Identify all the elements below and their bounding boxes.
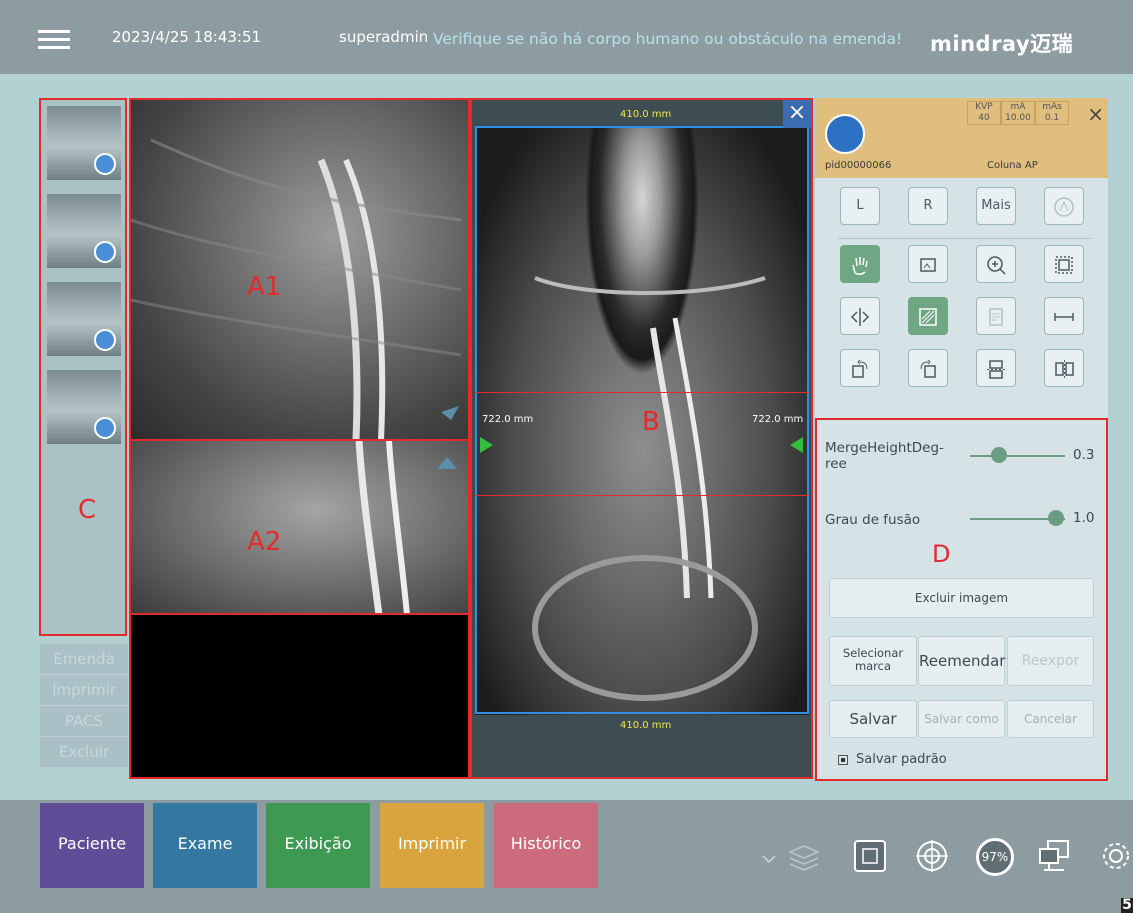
save-default-label: Salvar padrão bbox=[856, 752, 947, 767]
reexpose-button[interactable]: Reexpor bbox=[1007, 636, 1094, 686]
warning-message: Verifique se não há corpo humano ou obst… bbox=[433, 30, 903, 48]
right-marker-button[interactable]: R bbox=[908, 187, 948, 225]
patient-info: pid00000066 Coluna AP KVP 40 mA 10.00 mAs 0… bbox=[815, 98, 1108, 178]
delete-button[interactable]: Excluir bbox=[40, 737, 128, 767]
width-measure-top: 410.0 mm bbox=[620, 109, 672, 120]
region-label-c: C bbox=[78, 495, 97, 525]
close-viewer-icon[interactable]: × bbox=[783, 100, 811, 128]
cancel-button[interactable]: Cancelar bbox=[1007, 700, 1094, 738]
nav-history[interactable]: Histórico bbox=[494, 803, 598, 888]
viewer-b-stitched[interactable]: 410.0 mm 410.0 mm 722.0 mm 722.0 mm B × bbox=[470, 98, 813, 779]
tech-mas-value: 0.1 bbox=[1044, 113, 1060, 123]
thumbnail-select-icon[interactable] bbox=[94, 153, 116, 175]
zoom-in-icon[interactable] bbox=[976, 245, 1016, 283]
merge-height-value: 0.3 bbox=[1073, 447, 1095, 463]
patient-avatar-icon bbox=[825, 114, 865, 154]
annotation-icon[interactable] bbox=[1044, 187, 1084, 225]
tech-kvp-name: KVP bbox=[975, 102, 993, 112]
save-default-checkbox[interactable] bbox=[838, 755, 848, 765]
tech-ma: mA 10.00 bbox=[1001, 101, 1035, 125]
datetime: 2023/4/25 18:43:51 bbox=[112, 28, 262, 46]
overlap-measure-right: 722.0 mm bbox=[752, 414, 804, 425]
corner-badge: 5 bbox=[1121, 897, 1133, 913]
thumbnail-4[interactable] bbox=[47, 370, 121, 444]
select-mark-button[interactable]: Selecionar marca bbox=[829, 636, 917, 686]
tech-mas-name: mAs bbox=[1042, 102, 1062, 112]
pacs-button[interactable]: PACS bbox=[40, 706, 128, 737]
thumbnail-select-icon[interactable] bbox=[94, 241, 116, 263]
layers-icon[interactable] bbox=[786, 838, 822, 874]
region-label-a2: A2 bbox=[247, 527, 282, 557]
viewer-a2[interactable]: A2 bbox=[129, 441, 470, 615]
print-button[interactable]: Imprimir bbox=[40, 675, 128, 706]
tech-mas: mAs 0.1 bbox=[1035, 101, 1069, 125]
fullscreen-icon[interactable] bbox=[852, 838, 888, 874]
nav-print[interactable]: Imprimir bbox=[380, 803, 484, 888]
select-area-icon[interactable] bbox=[1044, 245, 1084, 283]
split-horizontal-icon[interactable] bbox=[976, 349, 1016, 387]
tech-ma-name: mA bbox=[1010, 102, 1026, 112]
measure-ruler-icon[interactable] bbox=[1044, 297, 1084, 335]
viewer-a1[interactable]: A1 bbox=[129, 98, 470, 441]
rotate-right-icon[interactable] bbox=[908, 349, 948, 387]
save-button[interactable]: Salvar bbox=[829, 700, 917, 738]
fusion-degree-label: Grau de fusão bbox=[825, 512, 921, 528]
zoom-level[interactable]: 97% bbox=[976, 838, 1014, 876]
viewer-empty[interactable] bbox=[129, 615, 470, 779]
thumbnail-2[interactable] bbox=[47, 194, 121, 268]
workstation-icon[interactable] bbox=[1036, 838, 1072, 874]
fusion-degree-slider[interactable] bbox=[1048, 510, 1064, 526]
more-button[interactable]: Mais bbox=[976, 187, 1016, 225]
nav-patient[interactable]: Paciente bbox=[40, 803, 144, 888]
tech-kvp-value: 40 bbox=[978, 113, 990, 123]
xray-lumbar-image bbox=[355, 441, 457, 613]
brand-logo: mindray迈瑞 bbox=[930, 32, 1074, 56]
overlap-measure-left: 722.0 mm bbox=[482, 414, 534, 425]
emenda-button[interactable]: Emenda bbox=[40, 644, 128, 675]
split-vertical-icon[interactable] bbox=[1044, 349, 1084, 387]
left-marker-button[interactable]: L bbox=[840, 187, 880, 225]
thumbnail-1[interactable] bbox=[47, 106, 121, 180]
region-label-d: D bbox=[932, 540, 951, 568]
thumbnail-select-icon[interactable] bbox=[94, 329, 116, 351]
region-label-a1: A1 bbox=[247, 272, 282, 302]
crop-icon[interactable] bbox=[908, 245, 948, 283]
close-panel-icon[interactable]: × bbox=[1087, 102, 1104, 126]
rotate-left-icon[interactable] bbox=[840, 349, 880, 387]
restitch-button[interactable]: Reemendar bbox=[918, 636, 1005, 686]
invert-icon[interactable] bbox=[908, 297, 948, 335]
nav-display[interactable]: Exibição bbox=[266, 803, 370, 888]
merge-height-slider[interactable] bbox=[990, 447, 1007, 463]
current-user: superadmin bbox=[339, 28, 429, 46]
nav-exam[interactable]: Exame bbox=[153, 803, 257, 888]
collimator-wheel-icon[interactable] bbox=[914, 838, 950, 874]
exam-protocol: Coluna AP bbox=[987, 160, 1038, 171]
delete-image-button[interactable]: Excluir imagem bbox=[829, 578, 1094, 618]
region-label-b: B bbox=[642, 407, 660, 437]
thumbnail-strip bbox=[39, 98, 127, 636]
width-measure-bottom: 410.0 mm bbox=[620, 720, 672, 731]
divider bbox=[838, 238, 1092, 239]
merge-height-label: MergeHeightDeg-ree bbox=[825, 440, 944, 472]
settings-gear-icon[interactable] bbox=[1098, 838, 1133, 874]
flip-horizontal-icon[interactable] bbox=[840, 297, 880, 335]
thumbnail-select-icon[interactable] bbox=[94, 417, 116, 439]
merge-height-track[interactable] bbox=[970, 455, 1065, 457]
tech-ma-value: 10.00 bbox=[1005, 113, 1031, 123]
thumbnail-3[interactable] bbox=[47, 282, 121, 356]
tech-kvp: KVP 40 bbox=[967, 101, 1001, 125]
pan-hand-icon[interactable] bbox=[840, 245, 880, 283]
save-as-button[interactable]: Salvar como bbox=[918, 700, 1005, 738]
xray-chest-image bbox=[131, 138, 462, 439]
patient-id: pid00000066 bbox=[825, 160, 892, 171]
fusion-degree-value: 1.0 bbox=[1073, 510, 1095, 526]
hamburger-menu-icon[interactable] bbox=[38, 30, 70, 52]
report-icon[interactable] bbox=[976, 297, 1016, 335]
chevron-down-icon[interactable] bbox=[760, 850, 778, 868]
overlap-left-handle-icon[interactable] bbox=[480, 437, 493, 453]
overlap-right-handle-icon[interactable] bbox=[790, 437, 803, 453]
